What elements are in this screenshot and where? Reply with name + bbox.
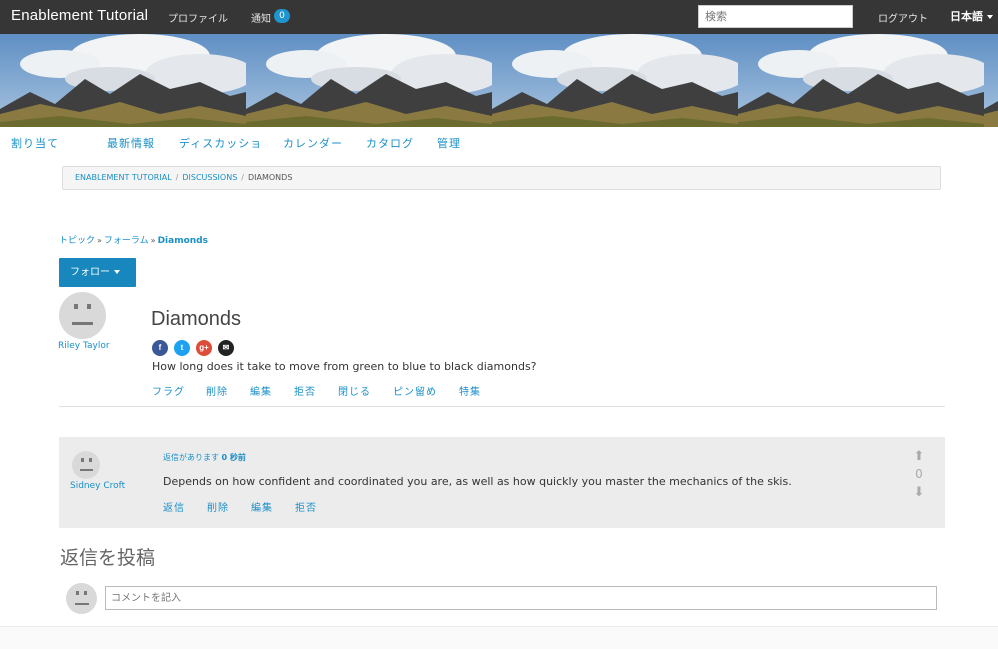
- language-label: 日本語: [950, 10, 983, 23]
- trail-item-topics[interactable]: トピック: [59, 236, 95, 246]
- pin-link[interactable]: ピン留め: [393, 383, 437, 398]
- post-author-link[interactable]: Riley Taylor: [58, 341, 110, 351]
- trail-item-current[interactable]: Diamonds: [158, 236, 208, 246]
- avatar-eye: [87, 304, 91, 309]
- delete-link[interactable]: 削除: [206, 383, 228, 398]
- flag-link[interactable]: フラグ: [152, 383, 185, 398]
- reply-timestamp: 0 秒前: [221, 453, 246, 462]
- breadcrumb-separator: /: [175, 173, 179, 182]
- nav-calendar[interactable]: カレンダー: [283, 135, 343, 151]
- banner-mountain-tile: [492, 34, 738, 127]
- google-plus-share-icon[interactable]: g+: [196, 340, 212, 356]
- reply-meta: 返信があります 0 秒前: [163, 452, 246, 463]
- top-navbar: Enablement Tutorial プロファイル 通知 0 ログアウト 日本…: [0, 0, 998, 34]
- nav-admin[interactable]: 管理: [437, 135, 461, 151]
- avatar-mouth: [72, 322, 93, 325]
- close-link[interactable]: 閉じる: [338, 383, 371, 398]
- email-share-icon[interactable]: ✉: [218, 340, 234, 356]
- edit-link[interactable]: 編集: [250, 383, 272, 398]
- breadcrumb-item-discussions[interactable]: DISCUSSIONS: [182, 173, 237, 182]
- nav-catalog[interactable]: カタログ: [366, 135, 414, 151]
- breadcrumb-item-current: DIAMONDS: [247, 173, 293, 182]
- breadcrumb-item-home[interactable]: ENABLEMENT TUTORIAL: [75, 173, 172, 182]
- page-footer-area: [0, 626, 998, 649]
- brand-title[interactable]: Enablement Tutorial: [11, 7, 148, 24]
- nav-latest[interactable]: 最新情報: [107, 135, 155, 151]
- trail-separator-icon: »: [97, 236, 102, 245]
- avatar[interactable]: [59, 292, 106, 339]
- avatar-eye: [74, 304, 78, 309]
- follow-button-label: フォロー: [70, 267, 110, 278]
- profile-link[interactable]: プロファイル: [168, 10, 228, 25]
- comment-input[interactable]: [105, 586, 937, 610]
- avatar-mouth: [75, 603, 89, 605]
- banner-mountain-tile: [984, 34, 998, 127]
- avatar: [66, 583, 97, 614]
- avatar-eye: [81, 458, 84, 462]
- facebook-share-icon[interactable]: f: [152, 340, 168, 356]
- header-banner-image: [0, 34, 998, 127]
- vote-count: 0: [915, 467, 923, 481]
- breadcrumb: ENABLEMENT TUTORIAL / DISCUSSIONS / DIAMONDS: [62, 166, 941, 190]
- delete-link[interactable]: 削除: [207, 499, 229, 514]
- twitter-share-icon[interactable]: t: [174, 340, 190, 356]
- post-body: How long does it take to move from green…: [152, 360, 537, 373]
- chevron-down-icon: [114, 270, 120, 274]
- google-plus-glyph: g+: [199, 343, 209, 352]
- reply-body: Depends on how confident and coordinated…: [163, 475, 792, 488]
- avatar-eye: [84, 591, 87, 595]
- trail-item-forum[interactable]: フォーラム: [104, 236, 149, 246]
- chevron-down-icon: [987, 15, 993, 19]
- reply-author-link[interactable]: Sidney Croft: [70, 481, 125, 491]
- twitter-glyph: t: [180, 343, 184, 352]
- post-title: Diamonds: [151, 308, 242, 330]
- avatar-eye: [89, 458, 92, 462]
- compose-title: 返信を投稿: [60, 547, 156, 569]
- feature-link[interactable]: 特集: [459, 383, 481, 398]
- notifications-link[interactable]: 通知: [251, 10, 271, 25]
- facebook-glyph: f: [158, 343, 162, 352]
- follow-button[interactable]: フォロー: [59, 258, 136, 287]
- nav-assignments[interactable]: 割り当て: [11, 135, 59, 151]
- banner-mountain-tile: [738, 34, 984, 127]
- language-dropdown[interactable]: 日本語: [950, 8, 993, 24]
- notification-count-badge[interactable]: 0: [274, 9, 290, 23]
- email-glyph: ✉: [222, 343, 230, 352]
- reply-meta-prefix: 返信があります: [163, 453, 219, 462]
- banner-mountain-tile: [0, 34, 246, 127]
- search-input[interactable]: [698, 5, 853, 28]
- topic-trail: トピック» フォーラム» Diamonds: [59, 233, 208, 246]
- trail-separator-icon: »: [150, 236, 156, 245]
- nav-discussions[interactable]: ディスカッショ: [179, 135, 262, 151]
- avatar[interactable]: [72, 451, 100, 479]
- downvote-arrow-icon[interactable]: ⬇: [911, 485, 927, 500]
- post-divider: [59, 406, 945, 407]
- upvote-arrow-icon[interactable]: ⬆: [911, 449, 927, 464]
- avatar-eye: [76, 591, 79, 595]
- logout-link[interactable]: ログアウト: [878, 10, 928, 25]
- reject-link[interactable]: 拒否: [294, 383, 316, 398]
- reply-link[interactable]: 返信: [163, 499, 185, 514]
- edit-link[interactable]: 編集: [251, 499, 273, 514]
- avatar-mouth: [80, 469, 93, 471]
- breadcrumb-separator: /: [241, 173, 244, 182]
- reject-link[interactable]: 拒否: [295, 499, 317, 514]
- banner-mountain-tile: [246, 34, 492, 127]
